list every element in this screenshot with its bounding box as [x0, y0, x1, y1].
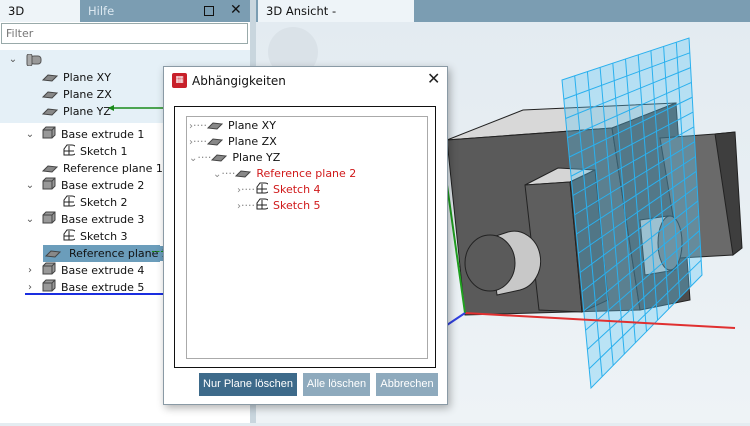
tree-item-label: Reference plane 1 [63, 162, 163, 175]
tree-item-label: Base extrude 1 [61, 128, 145, 141]
plane-icon [211, 150, 228, 167]
close-icon[interactable]: ✕ [230, 2, 242, 18]
tree-item[interactable]: Sketch 1 [62, 143, 128, 160]
tree-item[interactable]: Plane ZX [41, 86, 112, 104]
plane-icon [235, 166, 252, 183]
dependency-item[interactable]: ›···· Plane ZX [189, 133, 277, 150]
chevron-down-icon[interactable]: ⌄ [25, 126, 35, 143]
dependency-label: Plane YZ [232, 151, 281, 164]
extrude-icon [42, 126, 56, 144]
extrude-icon [42, 177, 56, 195]
tree-item[interactable]: ⌄ Base extrude 2 [26, 177, 145, 195]
dependency-label: Sketch 5 [273, 199, 321, 212]
delete-plane-only-button[interactable]: Nur Plane löschen [199, 373, 297, 396]
view-tabbar: 3D Ansicht - copy_to_1.3db [256, 0, 750, 40]
assembly-icon [26, 54, 42, 66]
dependency-label: Reference plane 2 [256, 167, 357, 180]
tree-item[interactable]: Sketch 3 [62, 228, 128, 245]
tree-item-label: Base extrude 2 [61, 179, 145, 192]
tree-item-label: Base extrude 3 [61, 213, 145, 226]
cancel-button[interactable]: Abbrechen [376, 373, 438, 396]
sketch-icon [255, 182, 271, 199]
dialog-title: Abhängigkeiten [192, 74, 286, 88]
dependency-tree[interactable]: ›···· Plane XY ›···· Plane ZX ⌄···· Plane YZ ⌄… [186, 116, 428, 359]
tree-item[interactable]: Reference plane 2 [43, 245, 172, 263]
filter-input[interactable] [1, 23, 248, 44]
extrude-icon [42, 211, 56, 229]
tree-item-label: Reference plane 2 [66, 246, 172, 261]
tree-frame: ›···· Plane XY ›···· Plane ZX ⌄···· Plane YZ ⌄… [174, 106, 436, 368]
delete-all-button[interactable]: Alle löschen [303, 373, 370, 396]
plane-icon [206, 134, 224, 151]
tree-item[interactable]: › Base extrude 4 [28, 262, 145, 280]
tree-item-label: Sketch 3 [80, 230, 128, 243]
plane-icon [41, 87, 59, 104]
history-tabbar: 3D Historie Hilfe ✕ [0, 0, 250, 40]
sketch-icon [62, 195, 78, 212]
dependency-item[interactable]: ⌄···· Reference plane 2 [213, 165, 356, 182]
reference-plane-grid [561, 37, 703, 390]
chevron-down-icon[interactable]: ⌄ [25, 211, 35, 228]
dependency-item[interactable]: ›···· Sketch 4 [237, 181, 321, 198]
dependency-label: Sketch 4 [273, 183, 321, 196]
dependency-item[interactable]: ›···· Sketch 5 [237, 197, 321, 214]
chevron-down-icon[interactable]: ⌄ [8, 51, 18, 68]
dependencies-dialog: ▦ Abhängigkeiten ✕ ›···· Plane XY ›···· Pla… [163, 66, 448, 405]
dependency-item[interactable]: ›···· Plane XY [189, 117, 276, 134]
z-axis [446, 312, 466, 326]
tree-item-label: Plane XY [63, 71, 111, 84]
chevron-right-icon[interactable]: › [25, 262, 35, 279]
dependency-label: Plane ZX [228, 135, 277, 148]
dependency-arrow [108, 105, 168, 111]
tree-item-label: Plane YZ [63, 105, 111, 118]
tree-item-label: Plane ZX [63, 88, 112, 101]
drop-indicator [25, 293, 165, 295]
plane-icon [206, 118, 224, 135]
sketch-icon [62, 144, 78, 161]
plane-icon [44, 246, 62, 263]
sketch-icon [62, 229, 78, 246]
tree-item[interactable]: Plane XY [41, 69, 111, 87]
maximize-icon[interactable] [204, 6, 214, 16]
tree-item[interactable]: ⌄ Base extrude 1 [26, 126, 145, 144]
tree-item[interactable]: Reference plane 1 [41, 160, 163, 178]
tab-hilfe[interactable]: Hilfe [80, 0, 122, 22]
tree-item-label: Base extrude 4 [61, 264, 145, 277]
plane-icon [41, 70, 59, 87]
app-icon: ▦ [172, 73, 187, 88]
plane-icon [41, 161, 59, 178]
plane-icon [41, 104, 59, 121]
tab-3d-ansicht[interactable]: 3D Ansicht - copy_to_1.3db [258, 0, 414, 40]
dialog-close-icon[interactable]: ✕ [427, 69, 440, 88]
dependency-item[interactable]: ⌄···· Plane YZ [189, 149, 280, 166]
sketch-icon [255, 198, 271, 215]
chevron-down-icon[interactable]: ⌄ [25, 177, 35, 194]
tree-item-label: Sketch 2 [80, 196, 128, 209]
tree-item-label: Sketch 1 [80, 145, 128, 158]
tree-item[interactable]: Sketch 2 [62, 194, 128, 211]
dependency-label: Plane XY [228, 119, 276, 132]
extrude-icon [42, 262, 56, 280]
tab-3d-historie[interactable]: 3D Historie [0, 0, 80, 40]
tree-item[interactable]: Plane YZ [41, 103, 111, 121]
tree-item[interactable]: ⌄ Base extrude 3 [26, 211, 145, 229]
